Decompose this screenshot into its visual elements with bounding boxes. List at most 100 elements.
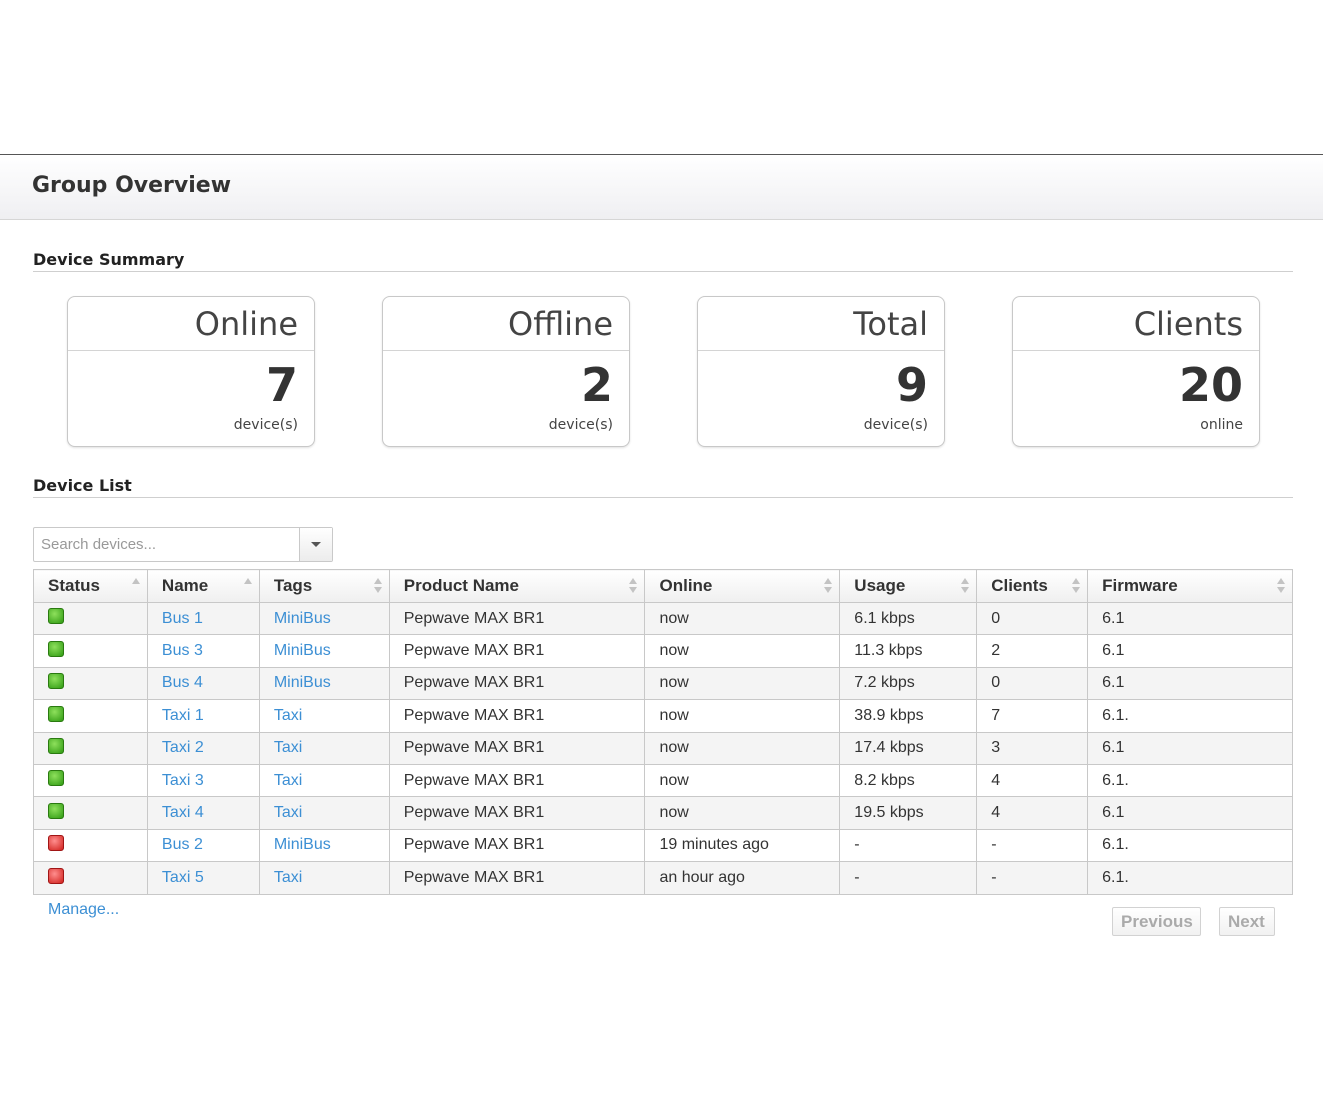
device-name-link[interactable]: Taxi 2	[162, 739, 204, 756]
table-row: Bus 2 MiniBus Pepwave MAX BR1 19 minutes ag…	[33, 828, 1293, 863]
table-row: Bus 1 MiniBus Pepwave MAX BR1 now 6.1 kbps 0 6…	[33, 601, 1293, 636]
device-name-link[interactable]: Taxi 1	[162, 707, 204, 724]
product-name-cell: Pepwave MAX BR1	[388, 731, 646, 765]
table-row: Taxi 2 Taxi Pepwave MAX BR1 now 17.4 kbps 3 6.…	[33, 731, 1293, 765]
card-clients-unit: online	[1200, 417, 1243, 433]
sort-asc-icon	[131, 578, 140, 594]
device-tag-link[interactable]: Taxi	[274, 707, 302, 724]
status-cell	[33, 861, 148, 895]
name-cell: Taxi 3	[146, 763, 260, 798]
search-input[interactable]	[34, 528, 300, 561]
status-online-icon	[48, 608, 64, 625]
firmware-cell: 6.1	[1087, 601, 1293, 636]
usage-cell: 19.5 kbps	[839, 796, 978, 830]
firmware-cell: 6.1	[1087, 731, 1293, 765]
device-tag-link[interactable]: MiniBus	[274, 836, 331, 853]
column-header-label: Tags	[273, 576, 313, 595]
sort-icon	[1072, 578, 1081, 594]
next-button[interactable]: Next	[1219, 907, 1275, 936]
clients-cell: 0	[976, 601, 1089, 636]
name-cell: Bus 2	[146, 828, 260, 863]
search-box	[33, 527, 333, 562]
clients-cell: 7	[976, 699, 1089, 733]
device-tag-link[interactable]: MiniBus	[274, 610, 331, 627]
online-cell: now	[644, 666, 841, 701]
status-cell	[33, 763, 148, 798]
device-name-link[interactable]: Taxi 4	[162, 804, 204, 821]
column-header-online[interactable]: Online	[644, 569, 841, 603]
tags-cell: Taxi	[258, 699, 390, 733]
status-cell	[33, 796, 148, 830]
sort-icon	[1277, 578, 1285, 594]
column-header-label: Online	[659, 576, 713, 595]
table-row: Taxi 3 Taxi Pepwave MAX BR1 now 8.2 kbps 4 6.1…	[33, 763, 1293, 798]
page-title: Group Overview	[32, 173, 232, 198]
column-header-label: Usage	[854, 576, 906, 595]
usage-cell: -	[839, 861, 978, 895]
tags-cell: Taxi	[258, 861, 390, 895]
online-cell: now	[644, 601, 841, 636]
usage-cell: 38.9 kbps	[839, 699, 978, 733]
manage-link[interactable]: Manage...	[48, 901, 119, 919]
status-offline-icon	[48, 867, 64, 884]
previous-button[interactable]: Previous	[1112, 907, 1201, 936]
usage-cell: 7.2 kbps	[839, 666, 978, 701]
status-cell	[33, 828, 148, 863]
device-name-link[interactable]: Bus 2	[162, 836, 203, 853]
column-header-firmware[interactable]: Firmware	[1087, 569, 1293, 603]
device-name-link[interactable]: Bus 3	[162, 642, 203, 659]
card-online-value: 7	[265, 358, 298, 412]
device-name-link[interactable]: Taxi 5	[162, 869, 204, 886]
device-name-link[interactable]: Bus 4	[162, 674, 203, 691]
column-header-clients[interactable]: Clients	[976, 569, 1089, 603]
status-online-icon	[48, 640, 64, 657]
card-clients-value: 20	[1178, 358, 1243, 412]
online-cell: now	[644, 763, 841, 798]
device-name-link[interactable]: Taxi 3	[162, 772, 204, 789]
firmware-cell: 6.1	[1087, 634, 1293, 668]
online-cell: now	[644, 796, 841, 830]
name-cell: Bus 1	[146, 601, 260, 636]
status-offline-icon	[48, 835, 64, 852]
firmware-cell: 6.1.	[1087, 763, 1293, 798]
usage-cell: 8.2 kbps	[839, 763, 978, 798]
device-name-link[interactable]: Bus 1	[162, 610, 203, 627]
column-header-usage[interactable]: Usage	[839, 569, 978, 603]
device-tag-link[interactable]: Taxi	[274, 869, 302, 886]
clients-cell: 3	[976, 731, 1089, 765]
column-header-status[interactable]: Status	[33, 569, 148, 603]
online-cell: 19 minutes ago	[644, 828, 841, 863]
table-row: Bus 4 MiniBus Pepwave MAX BR1 now 7.2 kbps 0 6…	[33, 666, 1293, 701]
column-header-tags[interactable]: Tags	[258, 569, 390, 603]
product-name-cell: Pepwave MAX BR1	[388, 763, 646, 798]
device-tag-link[interactable]: MiniBus	[274, 674, 331, 691]
search-dropdown-button[interactable]	[299, 528, 332, 561]
product-name-cell: Pepwave MAX BR1	[388, 666, 646, 701]
device-tag-link[interactable]: MiniBus	[274, 642, 331, 659]
status-cell	[33, 601, 148, 636]
card-clients: Clients 20 online	[1012, 296, 1260, 447]
clients-cell: 4	[976, 796, 1089, 830]
firmware-cell: 6.1.	[1087, 699, 1293, 733]
device-list-title: Device List	[33, 476, 1293, 498]
status-online-icon	[48, 738, 64, 755]
column-header-product-name[interactable]: Product Name	[388, 569, 646, 603]
usage-cell: 17.4 kbps	[839, 731, 978, 765]
card-clients-label: Clients	[1013, 297, 1259, 351]
product-name-cell: Pepwave MAX BR1	[388, 796, 646, 830]
card-online-label: Online	[68, 297, 314, 351]
product-name-cell: Pepwave MAX BR1	[388, 601, 646, 636]
clients-cell: -	[976, 861, 1089, 895]
sort-icon	[824, 578, 833, 594]
device-tag-link[interactable]: Taxi	[274, 804, 302, 821]
sort-asc-icon	[243, 578, 252, 594]
device-tag-link[interactable]: Taxi	[274, 739, 302, 756]
status-online-icon	[48, 705, 64, 722]
card-total-unit: device(s)	[863, 417, 928, 433]
device-tag-link[interactable]: Taxi	[274, 772, 302, 789]
usage-cell: -	[839, 828, 978, 863]
online-cell: now	[644, 731, 841, 765]
column-header-name[interactable]: Name	[146, 569, 260, 603]
usage-cell: 6.1 kbps	[839, 601, 978, 636]
device-table: Status Name Tags Product Name Online Usa…	[33, 569, 1293, 895]
